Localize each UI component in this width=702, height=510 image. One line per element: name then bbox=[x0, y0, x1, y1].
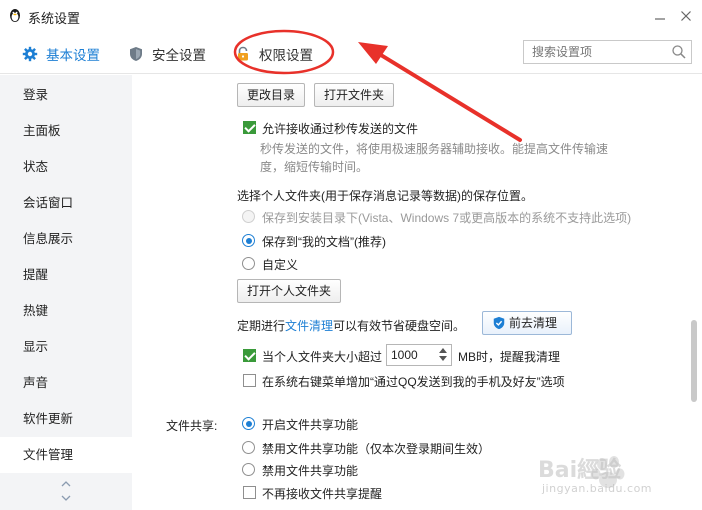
sidebar-item-label: 会话窗口 bbox=[23, 196, 74, 210]
radio-share-enable[interactable] bbox=[242, 417, 255, 430]
radio-custom-location-label: 自定义 bbox=[262, 258, 299, 272]
chevron-up-icon bbox=[61, 481, 71, 487]
cleanup-suffix: 可以有效节省硬盘空间。 bbox=[333, 319, 466, 333]
sidebar-item-label: 显示 bbox=[23, 340, 49, 354]
sidebar-item-main-panel[interactable]: 主面板 bbox=[0, 113, 132, 149]
sidebar-item-chat-window[interactable]: 会话窗口 bbox=[0, 185, 132, 221]
instant-transfer-description-line1: 秒传发送的文件，将使用极速服务器辅助接收。能提高文件传输速 bbox=[260, 142, 609, 156]
sidebar-item-hotkeys[interactable]: 热键 bbox=[0, 293, 132, 329]
caret-up-icon bbox=[439, 348, 447, 353]
settings-search[interactable] bbox=[523, 40, 692, 64]
tab-security-settings-label: 安全设置 bbox=[152, 48, 206, 63]
lock-icon bbox=[238, 46, 248, 61]
size-limit-prefix: 当个人文件夹大小超过 bbox=[262, 350, 383, 364]
radio-custom-location[interactable] bbox=[242, 257, 255, 270]
sidebar-item-label: 状态 bbox=[23, 160, 49, 174]
size-limit-suffix: MB时，提醒我清理 bbox=[458, 350, 561, 364]
close-button[interactable] bbox=[676, 6, 696, 26]
sidebar-item-reminders[interactable]: 提醒 bbox=[0, 257, 132, 293]
sidebar-item-label: 软件更新 bbox=[23, 412, 74, 426]
sidebar-item-software-update[interactable]: 软件更新 bbox=[0, 401, 132, 437]
shield-check-icon bbox=[493, 316, 505, 330]
context-menu-send-checkbox[interactable] bbox=[243, 374, 256, 387]
shield-icon bbox=[130, 47, 142, 61]
watermark-url: jingyan.baidu.com bbox=[542, 482, 653, 495]
allow-instant-transfer-checkbox[interactable] bbox=[243, 121, 256, 134]
sidebar-scroll-down-button[interactable] bbox=[58, 493, 74, 505]
content-scrollbar-thumb[interactable] bbox=[691, 320, 697, 402]
radio-share-disable-session-label: 禁用文件共享功能（仅本次登录期间生效） bbox=[262, 442, 491, 456]
size-limit-stepper[interactable]: 1000 bbox=[386, 344, 452, 366]
change-directory-button[interactable]: 更改目录 bbox=[237, 83, 306, 107]
close-icon bbox=[681, 11, 691, 21]
sidebar-item-label: 声音 bbox=[23, 376, 49, 390]
sidebar-item-status[interactable]: 状态 bbox=[0, 149, 132, 185]
sidebar-item-label: 热键 bbox=[23, 304, 49, 318]
size-limit-value[interactable]: 1000 bbox=[391, 348, 418, 362]
qq-penguin-icon bbox=[10, 9, 20, 22]
sidebar-item-label: 主面板 bbox=[23, 124, 61, 138]
window-title: 系统设置 bbox=[28, 11, 81, 26]
context-menu-send-label: 在系统右键菜单增加“通过QQ发送到我的手机及好友”选项 bbox=[262, 375, 565, 389]
search-input[interactable] bbox=[524, 41, 664, 63]
radio-save-install-dir-label: 保存到安装目录下(Vista、Windows 7或更高版本的系统不支持此选项) bbox=[262, 211, 632, 225]
file-management-panel: 更改目录 打开文件夹 允许接收通过秒传发送的文件 秒传发送的文件，将使用极速服务… bbox=[132, 75, 702, 510]
file-cleanup-link[interactable]: 文件清理 bbox=[285, 319, 333, 333]
radio-share-enable-label: 开启文件共享功能 bbox=[262, 418, 359, 432]
tab-basic-settings[interactable]: 基本设置 bbox=[22, 44, 100, 64]
go-cleanup-button[interactable]: 前去清理 bbox=[482, 311, 573, 335]
settings-sidebar: 登录 主面板 状态 会话窗口 信息展示 提醒 热键 显示 声音 软件更新 文件管… bbox=[0, 75, 132, 510]
radio-share-disable-label: 禁用文件共享功能 bbox=[262, 464, 359, 478]
sidebar-item-info-display[interactable]: 信息展示 bbox=[0, 221, 132, 257]
tab-permission-settings[interactable]: 权限设置 bbox=[235, 44, 313, 64]
radio-share-disable[interactable] bbox=[242, 463, 255, 476]
select-folder-heading: 选择个人文件夹(用于保存消息记录等数据)的保存位置。 bbox=[237, 189, 533, 203]
cleanup-hint: 定期进行文件清理可以有效节省硬盘空间。 bbox=[237, 317, 465, 334]
sidebar-scroll-up-button[interactable] bbox=[58, 479, 74, 491]
minimize-icon bbox=[655, 18, 665, 20]
minimize-button[interactable] bbox=[650, 6, 670, 26]
sidebar-item-file-management[interactable]: 文件管理 bbox=[0, 437, 132, 473]
tab-permission-settings-label: 权限设置 bbox=[259, 48, 313, 63]
size-limit-reminder-checkbox[interactable] bbox=[243, 349, 256, 362]
radio-save-install-dir[interactable] bbox=[242, 210, 255, 223]
watermark-brand: Bai經验 bbox=[538, 458, 622, 483]
sidebar-item-label: 登录 bbox=[23, 88, 49, 102]
sidebar-item-label: 提醒 bbox=[23, 268, 49, 282]
chevron-down-icon bbox=[61, 495, 71, 501]
sidebar-item-display[interactable]: 显示 bbox=[0, 329, 132, 365]
radio-save-my-documents-label: 保存到“我的文档”(推荐) bbox=[262, 235, 386, 249]
share-no-prompt-label: 不再接收文件共享提醒 bbox=[262, 487, 383, 501]
radio-share-disable-session[interactable] bbox=[242, 441, 255, 454]
search-icon[interactable] bbox=[671, 44, 687, 60]
open-personal-folder-button[interactable]: 打开个人文件夹 bbox=[237, 279, 342, 303]
gear-icon bbox=[22, 46, 38, 62]
tab-basic-settings-label: 基本设置 bbox=[46, 48, 100, 63]
allow-instant-transfer-label: 允许接收通过秒传发送的文件 bbox=[262, 122, 419, 136]
instant-transfer-description-line2: 度，缩短传输时间。 bbox=[260, 160, 369, 174]
open-folder-button[interactable]: 打开文件夹 bbox=[314, 83, 395, 107]
caret-down-icon bbox=[439, 356, 447, 361]
file-share-label: 文件共享: bbox=[166, 419, 218, 433]
sidebar-item-login[interactable]: 登录 bbox=[0, 77, 132, 113]
title-bar: 系统设置 bbox=[0, 0, 702, 32]
sidebar-item-label: 文件管理 bbox=[23, 448, 74, 462]
go-cleanup-label: 前去清理 bbox=[509, 316, 558, 330]
stepper-down-button[interactable] bbox=[437, 355, 449, 365]
cleanup-prefix: 定期进行 bbox=[237, 319, 286, 333]
radio-save-my-documents[interactable] bbox=[242, 234, 255, 247]
share-no-prompt-checkbox[interactable] bbox=[243, 486, 256, 499]
sidebar-item-sound[interactable]: 声音 bbox=[0, 365, 132, 401]
sidebar-item-label: 信息展示 bbox=[23, 232, 74, 246]
tab-security-settings[interactable]: 安全设置 bbox=[128, 44, 206, 64]
